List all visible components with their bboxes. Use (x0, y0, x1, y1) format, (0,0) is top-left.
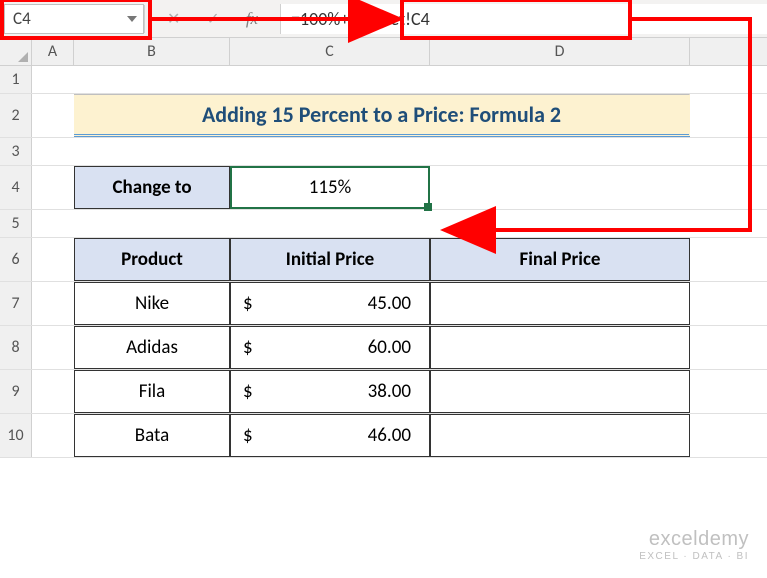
row-4: 4 Change to 115% (0, 166, 767, 210)
cell[interactable] (74, 138, 230, 165)
cell[interactable] (32, 138, 74, 165)
amount: 38.00 (368, 380, 411, 403)
currency: $ (243, 292, 253, 315)
currency: $ (243, 424, 253, 447)
fx-icon[interactable]: fx (246, 9, 258, 29)
col-header-A[interactable]: A (32, 38, 74, 65)
cell[interactable] (32, 370, 74, 413)
cell[interactable] (430, 166, 690, 209)
row-header[interactable]: 3 (0, 138, 32, 165)
td-final[interactable] (430, 282, 690, 325)
cell[interactable] (32, 282, 74, 325)
cell[interactable] (32, 414, 74, 457)
cell[interactable] (430, 138, 690, 165)
col-header-D[interactable]: D (430, 38, 690, 65)
cell[interactable] (32, 326, 74, 369)
cell[interactable] (230, 210, 430, 237)
amount: 45.00 (368, 292, 411, 315)
row-3: 3 (0, 138, 767, 166)
row-header[interactable]: 7 (0, 282, 32, 325)
enter-icon[interactable]: ✓ (206, 9, 219, 29)
watermark-line1: exceldemy (639, 528, 749, 551)
cell[interactable] (230, 66, 430, 93)
formula-bar: C4 ✕ ✓ fx =100%+Dataset!C4 (0, 0, 767, 38)
col-header-C[interactable]: C (230, 38, 430, 65)
cell[interactable] (32, 166, 74, 209)
row-5: 5 (0, 210, 767, 238)
name-box[interactable]: C4 (4, 4, 144, 34)
row-header[interactable]: 5 (0, 210, 32, 237)
watermark-line2: EXCEL · DATA · BI (639, 551, 749, 562)
cell[interactable] (74, 210, 230, 237)
change-to-value-cell[interactable]: 115% (230, 166, 430, 209)
column-headers: A B C D (0, 38, 767, 66)
cell[interactable] (430, 66, 690, 93)
formula-text: =100%+Dataset!C4 (291, 8, 430, 30)
amount: 46.00 (368, 424, 411, 447)
name-box-value: C4 (13, 8, 31, 29)
row-7: 7 Nike $ 45.00 (0, 282, 767, 326)
cell[interactable] (32, 210, 74, 237)
col-header-B[interactable]: B (74, 38, 230, 65)
title-cell[interactable]: Adding 15 Percent to a Price: Formula 2 (74, 94, 690, 137)
cell[interactable] (32, 66, 74, 93)
cell[interactable] (230, 138, 430, 165)
row-10: 10 Bata $ 46.00 (0, 414, 767, 458)
row-header[interactable]: 4 (0, 166, 32, 209)
watermark: exceldemy EXCEL · DATA · BI (639, 528, 749, 562)
row-header[interactable]: 10 (0, 414, 32, 457)
row-2: 2 Adding 15 Percent to a Price: Formula … (0, 94, 767, 138)
row-header[interactable]: 1 (0, 66, 32, 93)
th-product[interactable]: Product (74, 238, 230, 281)
row-9: 9 Fila $ 38.00 (0, 370, 767, 414)
td-product[interactable]: Adidas (74, 326, 230, 369)
cell[interactable] (74, 66, 230, 93)
amount: 60.00 (368, 336, 411, 359)
th-final[interactable]: Final Price (430, 238, 690, 281)
row-1: 1 (0, 66, 767, 94)
fill-handle[interactable] (424, 203, 432, 211)
td-product[interactable]: Fila (74, 370, 230, 413)
td-initial[interactable]: $ 45.00 (230, 282, 430, 325)
th-initial[interactable]: Initial Price (230, 238, 430, 281)
dropdown-icon[interactable] (127, 16, 137, 22)
cancel-icon[interactable]: ✕ (167, 9, 180, 29)
change-to-label[interactable]: Change to (74, 166, 230, 209)
select-all-triangle[interactable] (0, 38, 32, 65)
row-8: 8 Adidas $ 60.00 (0, 326, 767, 370)
td-product[interactable]: Nike (74, 282, 230, 325)
currency: $ (243, 336, 253, 359)
cell[interactable] (32, 94, 74, 137)
td-final[interactable] (430, 326, 690, 369)
change-to-value: 115% (309, 176, 351, 199)
currency: $ (243, 380, 253, 403)
cell[interactable] (430, 210, 690, 237)
cell[interactable] (32, 238, 74, 281)
td-final[interactable] (430, 414, 690, 457)
row-header[interactable]: 9 (0, 370, 32, 413)
spreadsheet-grid: A B C D 1 2 Adding 15 Percent to a Price… (0, 38, 767, 458)
td-initial[interactable]: $ 38.00 (230, 370, 430, 413)
row-header[interactable]: 2 (0, 94, 32, 137)
td-final[interactable] (430, 370, 690, 413)
row-6: 6 Product Initial Price Final Price (0, 238, 767, 282)
formula-bar-buttons: ✕ ✓ fx (145, 9, 280, 29)
td-initial[interactable]: $ 46.00 (230, 414, 430, 457)
row-header[interactable]: 6 (0, 238, 32, 281)
td-product[interactable]: Bata (74, 414, 230, 457)
formula-input[interactable]: =100%+Dataset!C4 (280, 4, 767, 34)
td-initial[interactable]: $ 60.00 (230, 326, 430, 369)
row-header[interactable]: 8 (0, 326, 32, 369)
